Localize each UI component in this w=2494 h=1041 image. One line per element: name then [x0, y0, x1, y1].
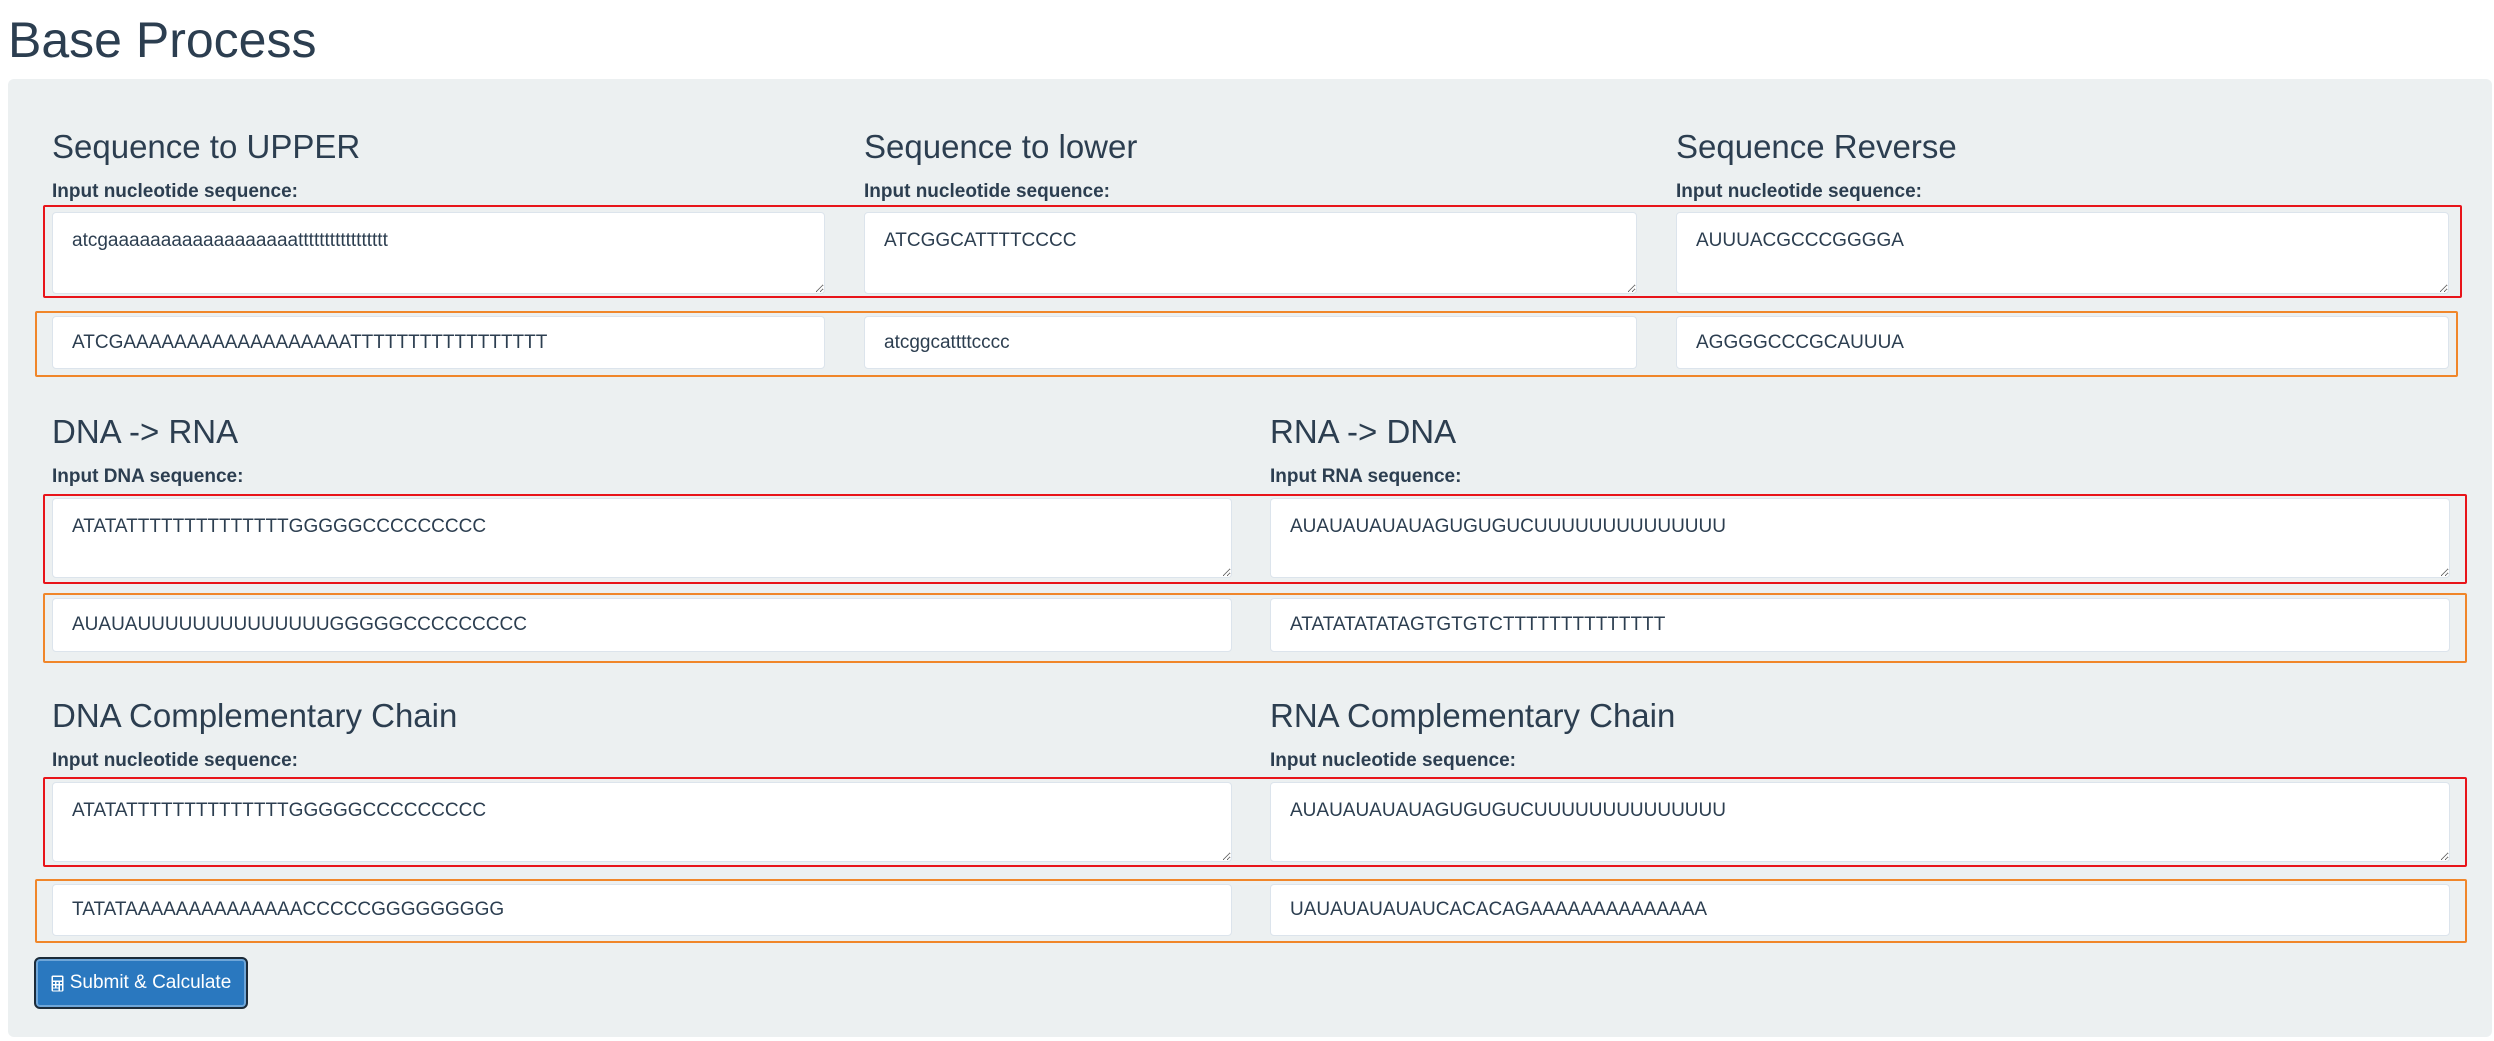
submit-calculate-button[interactable]: Submit & Calculate [34, 957, 248, 1009]
section-title-reverse: Sequence Reverse [1676, 128, 1957, 165]
lower-sequence-output[interactable] [864, 316, 1637, 369]
section-title-dna-complement: DNA Complementary Chain [52, 697, 458, 734]
section-title-rna-complement: RNA Complementary Chain [1270, 697, 1676, 734]
dna-complement-output[interactable] [52, 884, 1232, 936]
upper-input-label: Input nucleotide sequence: [52, 181, 298, 202]
section-title-lower: Sequence to lower [864, 128, 1138, 165]
rna-to-dna-input[interactable]: AUAUAUAUAUAGUGUGUCUUUUUUUUUUUUUU [1270, 498, 2450, 578]
reverse-input-label: Input nucleotide sequence: [1676, 181, 1922, 202]
section-title-dna-to-rna: DNA -> RNA [52, 413, 239, 450]
reverse-sequence-input[interactable]: AUUUACGCCCGGGGA [1676, 212, 2449, 294]
section-title-upper: Sequence to UPPER [52, 128, 361, 165]
dna-complement-input-label: Input nucleotide sequence: [52, 750, 298, 771]
upper-sequence-input[interactable]: atcgaaaaaaaaaaaaaaaaaattttttttttttttttt [52, 212, 825, 294]
rna-complement-output[interactable] [1270, 884, 2450, 936]
rna-to-dna-input-label: Input RNA sequence: [1270, 466, 1462, 487]
dna-complement-input[interactable]: ATATATTTTTTTTTTTTTTGGGGGCCCCCCCCC [52, 782, 1232, 862]
rna-complement-input[interactable]: AUAUAUAUAUAGUGUGUCUUUUUUUUUUUUUU [1270, 782, 2450, 862]
dna-to-rna-input[interactable]: ATATATTTTTTTTTTTTTTGGGGGCCCCCCCCC [52, 498, 1232, 578]
reverse-sequence-output[interactable] [1676, 316, 2449, 369]
lower-sequence-input[interactable]: ATCGGCATTTTCCCC [864, 212, 1637, 294]
lower-input-label: Input nucleotide sequence: [864, 181, 1110, 202]
dna-to-rna-output[interactable] [52, 598, 1232, 652]
upper-sequence-output[interactable] [52, 316, 825, 369]
rna-complement-input-label: Input nucleotide sequence: [1270, 750, 1516, 771]
section-title-rna-to-dna: RNA -> DNA [1270, 413, 1457, 450]
calculator-icon [51, 975, 64, 992]
submit-button-label: Submit & Calculate [69, 972, 232, 993]
dna-to-rna-input-label: Input DNA sequence: [52, 466, 244, 487]
rna-to-dna-output[interactable] [1270, 598, 2450, 652]
page-title: Base Process [8, 12, 317, 68]
